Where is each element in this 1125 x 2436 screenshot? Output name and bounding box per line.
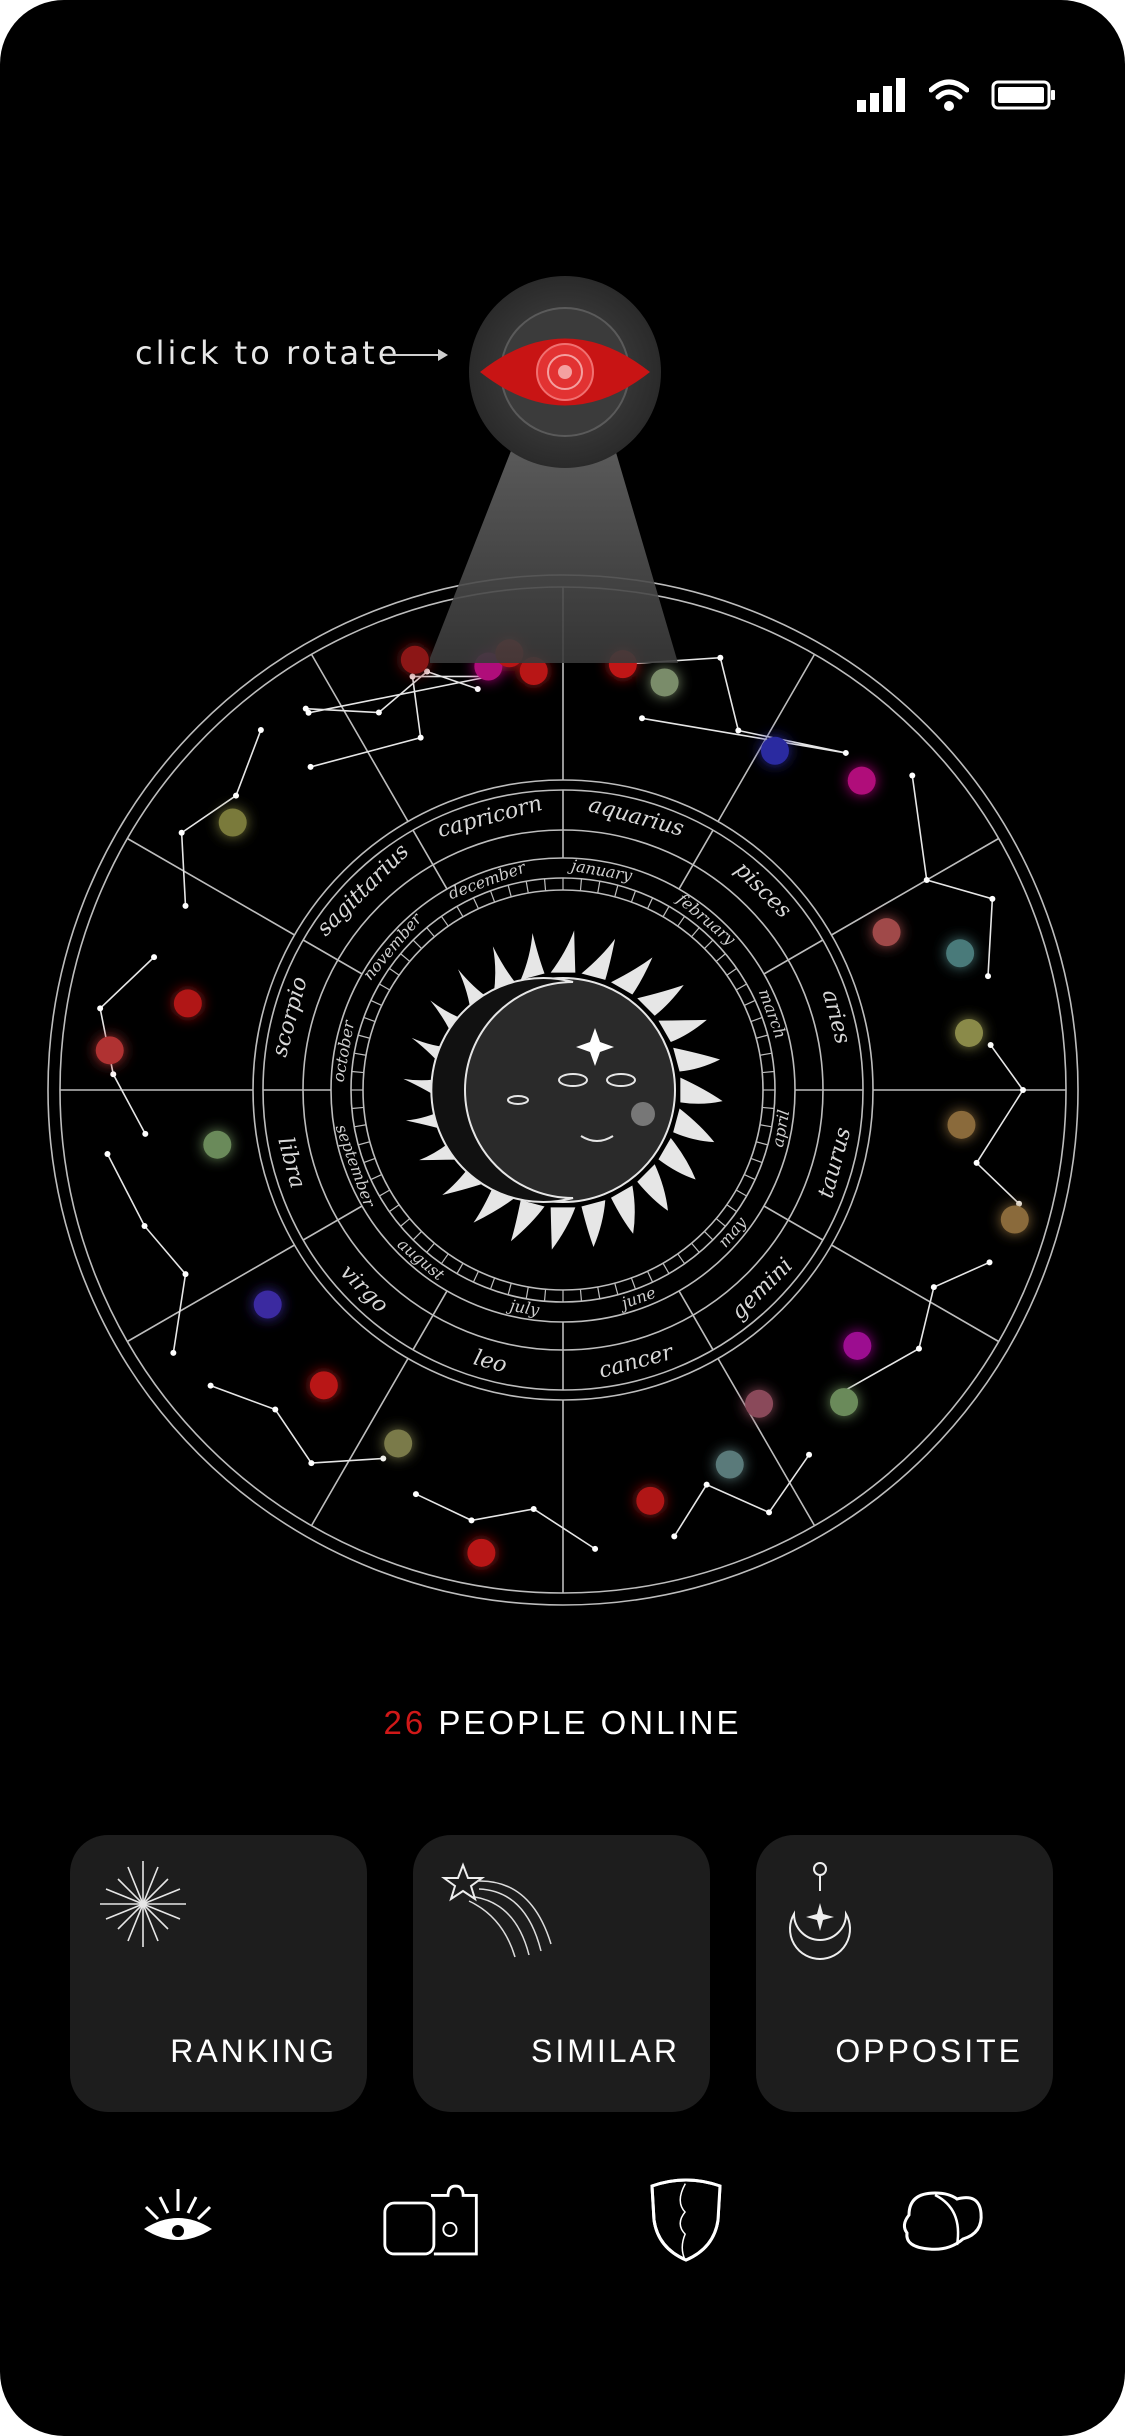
online-user-dot[interactable] [400,645,429,674]
nav-chat[interactable] [892,2180,992,2260]
chat-icon [902,2191,983,2251]
app-screen: click to rotate capricorn aquarius pisces a… [0,0,1125,2436]
mask-icon [650,2178,722,2262]
rotate-eye-button[interactable] [430,275,700,665]
zodiac-wheel[interactable]: capricorn aquariuspiscesariestaurusgemini… [38,565,1088,1615]
shooting-star-icon [441,1862,552,1958]
battery-icon [991,80,1055,110]
nav-cards[interactable] [382,2180,482,2260]
online-count: 26 [383,1704,427,1741]
online-user-dot[interactable] [843,1331,872,1360]
online-user-dot[interactable] [173,989,202,1018]
online-user-dot[interactable] [636,1486,665,1515]
signal-icon [857,78,905,112]
ranking-label: RANKING [170,2033,337,2069]
online-user-dot[interactable] [650,668,679,697]
similar-card[interactable]: SIMILAR [413,1835,710,2112]
online-user-dot[interactable] [947,1110,976,1139]
constellation-leo [210,1384,384,1464]
online-user-dot[interactable] [946,939,975,968]
ranking-card[interactable]: RANKING [70,1835,367,2112]
online-user-dot[interactable] [218,808,247,837]
online-user-dot[interactable] [715,1450,744,1479]
constellation-sagittarius [305,670,479,714]
online-user-dot[interactable] [384,1429,413,1458]
constellation-virgo [106,1153,187,1353]
sign-label-taurus: taurus [814,1125,857,1201]
online-user-dot[interactable] [203,1130,232,1159]
month-label-november: november [359,909,426,984]
crescent-moon-icon [789,1862,851,1960]
sun-moon-emblem-icon [403,930,723,1250]
month-label-august: august [394,1234,449,1284]
online-user-dot[interactable] [760,736,789,765]
nav-mask[interactable] [636,2178,736,2262]
online-user-dot[interactable] [95,1036,124,1065]
status-bar [857,78,1057,112]
mode-cards: RANKING SIMILAR OPPOSITE [70,1835,1055,2112]
bottom-nav [0,2178,1125,2262]
online-user-dot[interactable] [745,1389,774,1418]
nav-eye[interactable] [128,2180,228,2260]
similar-label: SIMILAR [530,2033,680,2069]
online-user-dot[interactable] [830,1388,859,1417]
online-user-dot[interactable] [467,1538,496,1567]
constellation-aries [975,1044,1024,1205]
sign-label-aries: aries [817,987,855,1047]
wifi-icon [929,79,969,111]
month-label-december: december [446,857,530,903]
online-label: PEOPLE ONLINE [438,1704,742,1741]
sparkle-star-icon [100,1861,186,1947]
constellation-cancer [415,1493,596,1550]
online-user-dot[interactable] [955,1018,984,1047]
rotate-hint-text: click to rotate [135,334,401,372]
constellation-taurus [836,1261,990,1396]
opposite-card[interactable]: OPPOSITE [756,1835,1053,2112]
sign-label-leo: leo [471,1346,510,1379]
online-user-dot[interactable] [847,766,876,795]
month-label-may: may [714,1212,751,1251]
opposite-label: OPPOSITE [835,2033,1023,2069]
constellation-capricorn [308,675,491,768]
cards-icon [383,2184,478,2256]
online-user-dot[interactable] [253,1290,282,1319]
online-user-dot[interactable] [1000,1205,1029,1234]
eye-icon [144,2189,212,2240]
online-user-dot[interactable] [309,1371,338,1400]
online-user-dot[interactable] [872,918,901,947]
online-count-line: 26 PEOPLE ONLINE [0,1704,1125,1742]
